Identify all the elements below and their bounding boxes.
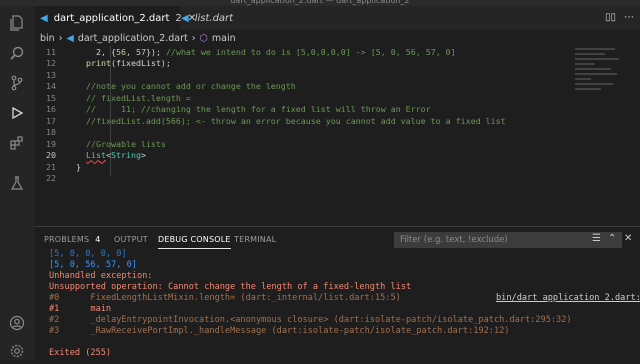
code-line: 22 xyxy=(46,173,56,184)
console-line: #2 _delayEntrypointInvocation.<anonymous… xyxy=(49,315,572,325)
chevron-right-icon: › xyxy=(191,32,196,44)
dart-icon: ◀ xyxy=(66,32,74,44)
tab-label: dart_application_2.dart xyxy=(53,12,170,24)
code-line: 18 xyxy=(46,127,56,138)
chevron-right-icon: › xyxy=(58,32,63,44)
tab-terminal[interactable]: TERMINAL xyxy=(234,235,276,244)
code-line: 11 2, {56, 57}); //what we intend to do … xyxy=(46,46,456,57)
code-line: 21} xyxy=(46,161,81,172)
console-line-exit: Exited (255) xyxy=(49,348,112,358)
console-line: [5, 0, 56, 57, 0] xyxy=(49,260,137,270)
console-line: Unhandled exception: xyxy=(49,271,153,281)
split-editor-icon[interactable]: ▯▯ xyxy=(605,12,616,23)
source-location-link[interactable]: bin/dart_application_2.dart:15 xyxy=(496,293,640,303)
breadcrumb-file[interactable]: dart_application_2.dart xyxy=(78,33,188,44)
clear-console-icon[interactable]: ☰ xyxy=(592,233,601,244)
settings-gear-icon[interactable] xyxy=(0,338,34,364)
console-line: #0 FixedLengthListMixin.length= (dart:_i… xyxy=(49,293,401,303)
more-actions-icon[interactable]: ⋯ xyxy=(624,12,634,23)
breadcrumb-symbol[interactable]: main xyxy=(212,33,236,44)
extensions-icon[interactable] xyxy=(0,130,34,156)
dart-icon: ◀ xyxy=(40,12,48,24)
tab-dart-application-2[interactable]: ◀ dart_application_2.dart 2 ✕ xyxy=(34,6,196,30)
chevron-up-icon[interactable]: ⌃ xyxy=(608,233,616,244)
breadcrumb: bin › ◀ dart_application_2.dart › ⬡ main xyxy=(40,31,236,45)
close-panel-icon[interactable]: ✕ xyxy=(624,233,632,244)
code-line: 12 print(fixedList); xyxy=(46,58,171,69)
code-line: 15 // fixedList.length = xyxy=(46,92,191,103)
tab-output[interactable]: OUTPUT xyxy=(114,235,148,244)
filter-input[interactable]: Filter (e.g. text, !exclude) xyxy=(394,232,622,248)
tab-debug-console[interactable]: DEBUG CONSOLE xyxy=(158,235,231,249)
testing-flask-icon[interactable] xyxy=(0,170,34,196)
function-symbol-icon: ⬡ xyxy=(199,32,208,44)
run-debug-icon[interactable] xyxy=(0,100,34,126)
console-line: Unsupported operation: Cannot change the… xyxy=(49,282,412,292)
code-line: 17 //fixedList.add(566); <- throw an err… xyxy=(46,115,506,126)
code-editor[interactable]: 11 2, {56, 57}); //what we intend to do … xyxy=(34,46,640,226)
problems-count-badge: 4 xyxy=(95,235,101,244)
code-line-current: 20 List<String> xyxy=(46,150,146,161)
tab-label: list.dart xyxy=(194,12,234,24)
bottom-panel: PROBLEMS 4 OUTPUT DEBUG CONSOLE TERMINAL … xyxy=(34,226,640,361)
account-icon[interactable] xyxy=(0,310,34,336)
activity-bar xyxy=(0,6,34,360)
editor-tab-bar: ◀ dart_application_2.dart 2 ✕ ◀ list.dar… xyxy=(34,6,640,30)
minimap[interactable] xyxy=(575,46,625,146)
source-control-icon[interactable] xyxy=(0,70,34,96)
explorer-icon[interactable] xyxy=(0,10,34,36)
code-line: 19 //Growable lists xyxy=(46,138,166,149)
code-line: 16 // 11; //changing the length for a fi… xyxy=(46,104,431,115)
console-line: #1 main xyxy=(49,304,112,314)
tab-list-dart[interactable]: ◀ list.dart xyxy=(175,6,251,30)
console-line: [5, 0, 0, 0, 0] xyxy=(49,249,127,259)
console-line: #3 _RawReceivePortImpl._handleMessage (d… xyxy=(49,326,510,336)
code-line: 13 xyxy=(46,69,56,80)
editor-actions: ▯▯ ⋯ xyxy=(605,12,634,23)
dart-icon: ◀ xyxy=(181,12,189,24)
breadcrumb-folder[interactable]: bin xyxy=(40,33,55,44)
search-icon[interactable] xyxy=(0,40,34,66)
code-line: 14 //note you cannot add or change the l… xyxy=(46,81,296,92)
tab-problems[interactable]: PROBLEMS 4 xyxy=(44,235,101,244)
